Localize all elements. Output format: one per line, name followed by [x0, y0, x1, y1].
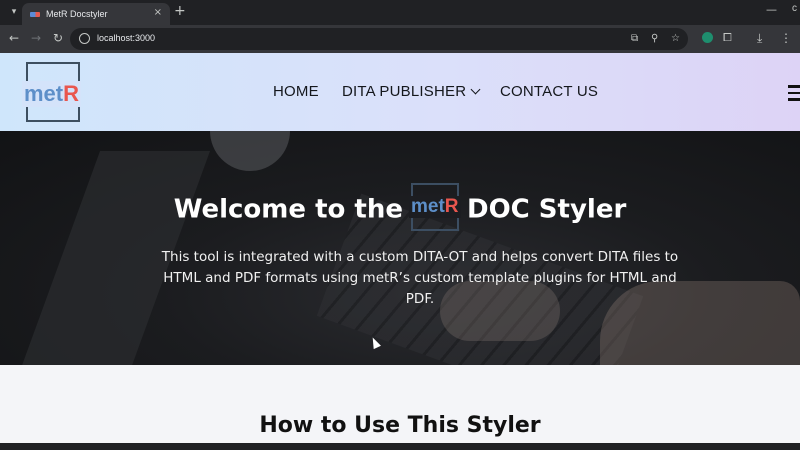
forward-arrow-icon[interactable]: →: [31, 31, 41, 45]
hamburger-menu-icon[interactable]: [788, 85, 800, 105]
puzzle-icon[interactable]: ⧠: [723, 31, 732, 45]
hero-banner: Welcome to the metR DOC Styler This tool i…: [0, 131, 800, 365]
kebab-menu-icon[interactable]: ⋮: [780, 31, 792, 45]
browser-tab[interactable]: MetR Docstyler ×: [22, 3, 170, 25]
nav-dita-publisher[interactable]: DITA PUBLISHER: [342, 83, 481, 100]
web-page: metR HOME DITA PUBLISHER CONTACT US Welc…: [0, 53, 800, 450]
tab-search-icon[interactable]: ▾: [6, 4, 22, 20]
hero-logo: metR: [408, 183, 461, 231]
site-header: metR HOME DITA PUBLISHER CONTACT US: [0, 53, 800, 131]
hero-title: Welcome to the metR DOC Styler: [0, 183, 800, 234]
new-tab-button[interactable]: +: [174, 4, 186, 18]
reload-icon[interactable]: ↻: [53, 31, 63, 45]
tab-close-icon[interactable]: ×: [154, 7, 162, 19]
browser-tab-bar: ▾ MetR Docstyler × + — c: [0, 0, 800, 25]
nav-dita-publisher-label: DITA PUBLISHER: [342, 83, 467, 100]
download-icon[interactable]: ⤓: [757, 31, 762, 45]
browser-toolbar: ← → ↻ localhost:3000 ⧉ ⚲ ☆ ⧠ ⤓ ⋮: [0, 25, 800, 53]
site-info-icon[interactable]: [79, 33, 90, 44]
coffee-cup-shape: [210, 131, 290, 171]
address-bar[interactable]: localhost:3000 ⧉ ⚲ ☆: [70, 28, 688, 50]
site-logo[interactable]: metR: [22, 81, 82, 107]
install-app-icon[interactable]: ⧉: [631, 32, 638, 45]
favicon-icon: [30, 11, 40, 17]
nav-home[interactable]: HOME: [273, 83, 319, 100]
star-icon[interactable]: ☆: [671, 32, 680, 45]
tab-title: MetR Docstyler: [46, 9, 108, 19]
back-arrow-icon[interactable]: ←: [9, 31, 19, 45]
zoom-icon[interactable]: ⚲: [651, 32, 658, 45]
hero-description: This tool is integrated with a custom DI…: [161, 249, 679, 307]
nav-contact-us[interactable]: CONTACT US: [500, 83, 598, 100]
taskbar-strip: [0, 443, 800, 450]
url-text[interactable]: localhost:3000: [97, 33, 155, 43]
minimize-button[interactable]: —: [766, 3, 777, 16]
extension-icon[interactable]: [702, 32, 713, 43]
window-control[interactable]: c: [792, 3, 797, 14]
section-title: How to Use This Styler: [259, 413, 541, 438]
chevron-down-icon: [470, 84, 481, 95]
